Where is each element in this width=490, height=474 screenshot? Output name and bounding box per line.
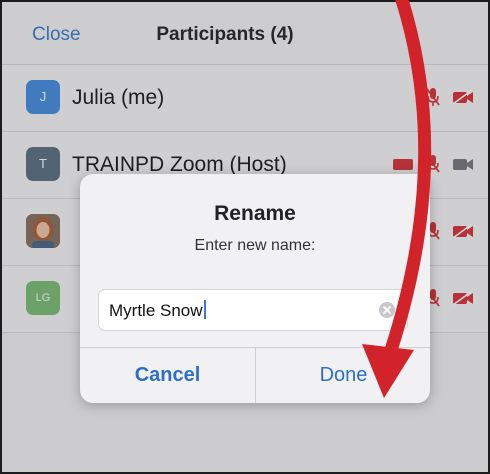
cancel-button[interactable]: Cancel [80,348,255,403]
dialog-title: Rename [214,202,296,225]
rename-dialog: Rename Enter new name: Myrtle Snow Cance… [80,174,430,403]
name-input-text: Myrtle Snow [109,301,203,320]
text-caret [203,300,206,319]
participants-screen: Close Participants (4) J Julia (me) T TR… [0,0,490,474]
name-input-value: Myrtle Snow [109,300,206,321]
done-button[interactable]: Done [256,348,430,403]
name-input[interactable]: Myrtle Snow [98,289,408,331]
clear-text-icon[interactable] [379,302,395,318]
dialog-message: Enter new name: [194,237,316,254]
